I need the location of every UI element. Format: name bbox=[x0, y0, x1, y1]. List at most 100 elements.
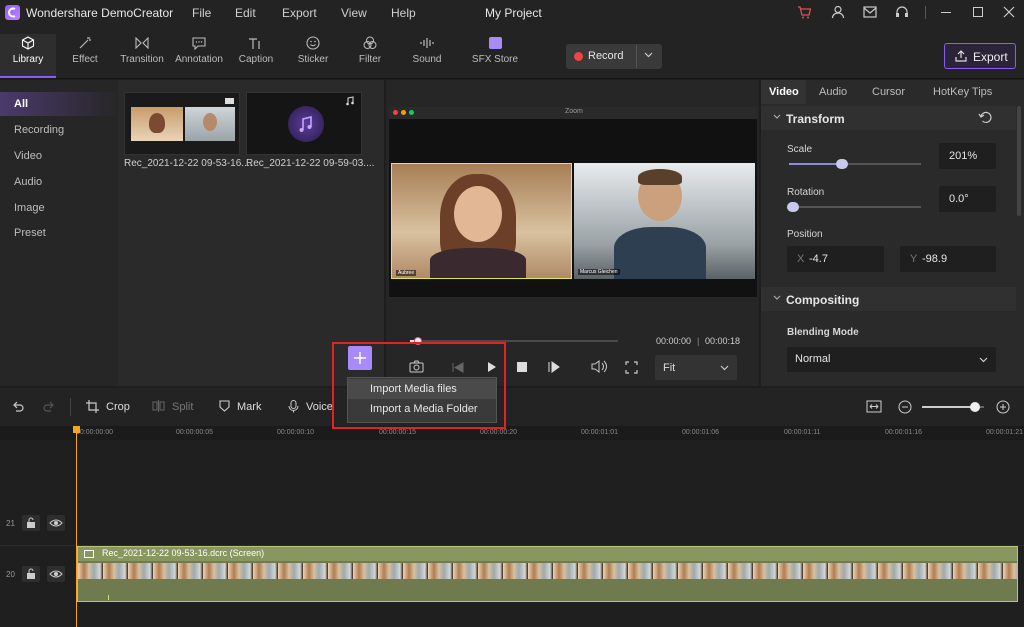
participant-video-left: Aubree bbox=[391, 163, 572, 279]
clip-header: Rec_2021-12-22 09-53-16.dcrc (Screen) bbox=[78, 547, 1017, 561]
clip-label: Rec_2021-12-22 09-53-16.dcrc (Screen) bbox=[102, 548, 265, 558]
highlight-box bbox=[332, 342, 506, 429]
ruler-tick: 00:00:01:11 bbox=[784, 429, 821, 436]
properties-scrollbar[interactable] bbox=[1017, 106, 1021, 216]
menu-view[interactable]: View bbox=[341, 6, 367, 20]
library-item-video[interactable]: Video bbox=[0, 144, 118, 168]
tool-caption[interactable]: Caption bbox=[228, 34, 284, 78]
toolbar-divider bbox=[70, 398, 71, 416]
media-thumbnail[interactable] bbox=[246, 92, 362, 155]
position-x-label: X bbox=[797, 253, 805, 265]
chevron-down-icon[interactable] bbox=[644, 52, 653, 58]
store-icon bbox=[466, 34, 524, 52]
library-item-recording[interactable]: Recording bbox=[0, 118, 118, 142]
zoom-out-icon[interactable] bbox=[898, 400, 912, 414]
reset-icon[interactable] bbox=[978, 111, 992, 124]
tool-sound[interactable]: Sound bbox=[399, 34, 455, 78]
track-number: 20 bbox=[6, 570, 15, 579]
playhead[interactable] bbox=[76, 426, 77, 627]
tool-library[interactable]: Library bbox=[0, 34, 56, 78]
fit-dropdown[interactable]: Fit bbox=[655, 355, 737, 380]
tool-transition[interactable]: Transition bbox=[114, 34, 170, 78]
scale-slider-handle[interactable] bbox=[835, 159, 848, 169]
record-dot-icon bbox=[574, 52, 583, 61]
tab-cursor[interactable]: Cursor bbox=[872, 86, 905, 98]
library-item-preset[interactable]: Preset bbox=[0, 221, 118, 245]
chevron-down-icon bbox=[979, 357, 988, 363]
tool-sticker[interactable]: Sticker bbox=[285, 34, 341, 78]
rotation-value-field[interactable]: 0.0° bbox=[939, 186, 996, 212]
export-label: Export bbox=[973, 50, 1008, 64]
library-item-audio[interactable]: Audio bbox=[0, 170, 118, 194]
track-lock-icon[interactable] bbox=[22, 515, 40, 531]
timeline-zoom-slider[interactable] bbox=[922, 402, 984, 412]
magic-wand-icon bbox=[57, 34, 113, 52]
menu-file[interactable]: File bbox=[192, 6, 211, 20]
minimize-icon[interactable] bbox=[941, 12, 951, 13]
tab-audio[interactable]: Audio bbox=[819, 86, 847, 98]
compositing-section-header[interactable]: Compositing bbox=[761, 287, 1016, 311]
split-label: Split bbox=[172, 401, 194, 413]
fit-timeline-icon[interactable] bbox=[866, 400, 882, 413]
rotation-slider[interactable] bbox=[787, 202, 921, 212]
tool-annotation[interactable]: Annotation bbox=[171, 34, 227, 78]
library-item-image[interactable]: Image bbox=[0, 196, 118, 220]
mail-icon[interactable] bbox=[863, 6, 877, 18]
tool-filter-label: Filter bbox=[358, 54, 382, 65]
tab-video[interactable]: Video bbox=[761, 80, 806, 104]
app-logo-icon bbox=[5, 5, 20, 20]
ruler-tick: 00:00:01:21 bbox=[986, 429, 1023, 436]
media-thumbnail[interactable] bbox=[124, 92, 240, 155]
export-button[interactable]: Export bbox=[944, 43, 1016, 69]
headset-icon[interactable] bbox=[895, 5, 909, 19]
undo-icon[interactable] bbox=[12, 401, 24, 412]
title-bar: Wondershare DemoCreator File Edit Export… bbox=[0, 0, 1024, 26]
transform-section-header[interactable]: Transform bbox=[761, 106, 1016, 130]
tab-hotkey-tips[interactable]: HotKey Tips bbox=[933, 86, 992, 98]
close-icon[interactable] bbox=[1003, 6, 1015, 18]
maximize-icon[interactable] bbox=[973, 7, 983, 17]
cart-icon[interactable] bbox=[797, 5, 811, 19]
zoom-in-icon[interactable] bbox=[996, 400, 1010, 414]
track-visibility-icon[interactable] bbox=[47, 515, 65, 531]
track-visibility-icon[interactable] bbox=[47, 566, 65, 582]
next-frame-icon[interactable] bbox=[548, 361, 560, 373]
rotation-slider-handle[interactable] bbox=[787, 202, 799, 212]
tool-filter[interactable]: Filter bbox=[342, 34, 398, 78]
track-lock-icon[interactable] bbox=[22, 566, 40, 582]
fullscreen-icon[interactable] bbox=[625, 361, 638, 374]
title-separator bbox=[925, 6, 926, 19]
tool-sfx-store[interactable]: SFX Store bbox=[466, 34, 524, 78]
scale-value-field[interactable]: 201% bbox=[939, 143, 996, 169]
zoom-slider-handle[interactable] bbox=[969, 402, 980, 412]
ruler-tick: 00:00:01:06 bbox=[682, 429, 719, 436]
scale-slider[interactable] bbox=[789, 159, 921, 169]
position-y-label: Y bbox=[910, 253, 918, 265]
playhead-handle[interactable] bbox=[73, 426, 80, 433]
position-x-field[interactable]: X -4.7 bbox=[787, 246, 884, 272]
caption-icon bbox=[228, 34, 284, 52]
menu-export[interactable]: Export bbox=[282, 6, 317, 20]
blending-mode-dropdown[interactable]: Normal bbox=[787, 347, 996, 372]
ruler-tick: 00:00:00:10 bbox=[277, 429, 314, 436]
tool-sfx-store-label: SFX Store bbox=[471, 54, 519, 65]
smiley-icon bbox=[285, 34, 341, 52]
volume-icon[interactable] bbox=[591, 360, 607, 373]
stop-icon[interactable] bbox=[517, 362, 527, 372]
thumb-participant-image bbox=[185, 107, 235, 141]
record-button[interactable]: Record bbox=[566, 44, 662, 69]
timeline-clip[interactable]: Rec_2021-12-22 09-53-16.dcrc (Screen) bbox=[77, 546, 1018, 602]
sound-wave-icon bbox=[399, 34, 455, 52]
redo-icon[interactable] bbox=[43, 401, 55, 412]
menu-edit[interactable]: Edit bbox=[235, 6, 256, 20]
position-y-field[interactable]: Y -98.9 bbox=[900, 246, 996, 272]
participant-video-right: Marcus Gleichen bbox=[574, 163, 755, 279]
library-item-all[interactable]: All bbox=[0, 92, 118, 116]
menu-help[interactable]: Help bbox=[391, 6, 416, 20]
fit-value: Fit bbox=[663, 362, 676, 374]
user-icon[interactable] bbox=[831, 5, 845, 19]
time-separator: | bbox=[697, 336, 700, 346]
tool-effect[interactable]: Effect bbox=[57, 34, 113, 78]
zoom-window-title: Zoom bbox=[565, 108, 583, 115]
preview-screen[interactable]: Zoom Aubree Marcus Gleichen bbox=[389, 107, 757, 297]
